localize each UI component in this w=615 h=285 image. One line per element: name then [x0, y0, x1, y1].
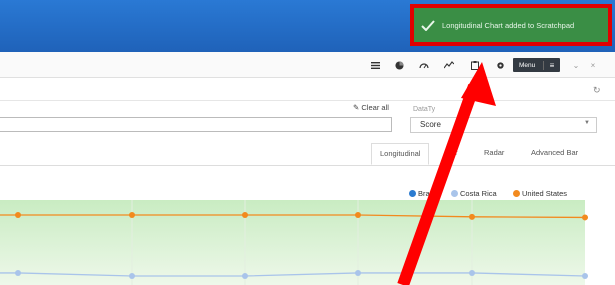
pie-chart-icon[interactable]	[393, 59, 405, 71]
tab-radar[interactable]: Radar	[484, 148, 504, 157]
checkmark-icon	[414, 19, 442, 31]
longitudinal-chart	[0, 200, 588, 285]
clear-all-label: Clear all	[361, 103, 389, 112]
gauge-icon[interactable]	[418, 59, 430, 71]
legend-label: Costa Rica	[460, 189, 497, 198]
toast-notification[interactable]: Longitudinal Chart added to Scratchpad	[414, 8, 608, 42]
filter-input[interactable]	[0, 117, 392, 132]
legend-marker	[451, 190, 458, 197]
data-point[interactable]	[242, 273, 248, 279]
menu-button[interactable]: Menu ≡	[513, 58, 560, 72]
datatype-select[interactable]: Score ▼	[410, 117, 597, 133]
legend-item-costa-rica[interactable]: Costa Rica	[451, 189, 497, 198]
toast-highlight-box: Longitudinal Chart added to Scratchpad	[410, 4, 612, 46]
legend-item-brazil[interactable]: Bra	[409, 189, 430, 198]
close-button[interactable]: ×	[587, 59, 599, 71]
data-point[interactable]	[582, 214, 588, 221]
legend-item-united-states[interactable]: United States	[513, 189, 567, 198]
plot-area	[0, 200, 585, 285]
data-point[interactable]	[129, 212, 135, 218]
data-point[interactable]	[15, 269, 21, 276]
datatype-label: DataTy	[413, 106, 436, 113]
list-icon[interactable]	[369, 59, 381, 71]
gear-icon[interactable]	[494, 59, 506, 71]
hamburger-icon: ≡	[543, 60, 560, 70]
data-point[interactable]	[242, 212, 248, 218]
minimize-button[interactable]: ⌄	[570, 59, 582, 71]
eraser-icon: ✎	[353, 103, 360, 112]
menu-button-label: Menu	[519, 61, 536, 69]
tab-bar[interactable]: ar	[451, 148, 458, 157]
data-point[interactable]	[15, 212, 21, 218]
panel-toolbar: Menu ≡ ⌄ ×	[0, 52, 615, 78]
clipboard-icon[interactable]	[469, 59, 481, 71]
data-point[interactable]	[355, 212, 361, 218]
chevron-down-icon: ▼	[584, 120, 590, 126]
data-point[interactable]	[469, 213, 475, 220]
data-point[interactable]	[355, 269, 361, 276]
chart-tabs: Longitudinal ar Radar Advanced Bar	[0, 143, 615, 165]
line-chart-icon[interactable]	[443, 59, 455, 71]
legend-label: Bra	[418, 189, 430, 198]
data-point[interactable]	[469, 269, 475, 276]
toast-message: Longitudinal Chart added to Scratchpad	[442, 20, 575, 30]
tab-advanced-bar[interactable]: Advanced Bar	[531, 148, 578, 157]
data-point[interactable]	[582, 273, 588, 279]
tabs-divider	[0, 165, 615, 166]
tab-longitudinal[interactable]: Longitudinal	[371, 143, 430, 165]
data-point[interactable]	[129, 273, 135, 279]
datatype-value: Score	[420, 120, 441, 129]
clear-all-link[interactable]: ✎ Clear all	[353, 103, 389, 112]
legend-marker	[513, 190, 520, 197]
legend-label: United States	[522, 189, 568, 198]
panel-subheader: ↻	[0, 79, 615, 101]
legend-marker	[409, 190, 416, 197]
refresh-icon[interactable]: ↻	[593, 85, 601, 96]
